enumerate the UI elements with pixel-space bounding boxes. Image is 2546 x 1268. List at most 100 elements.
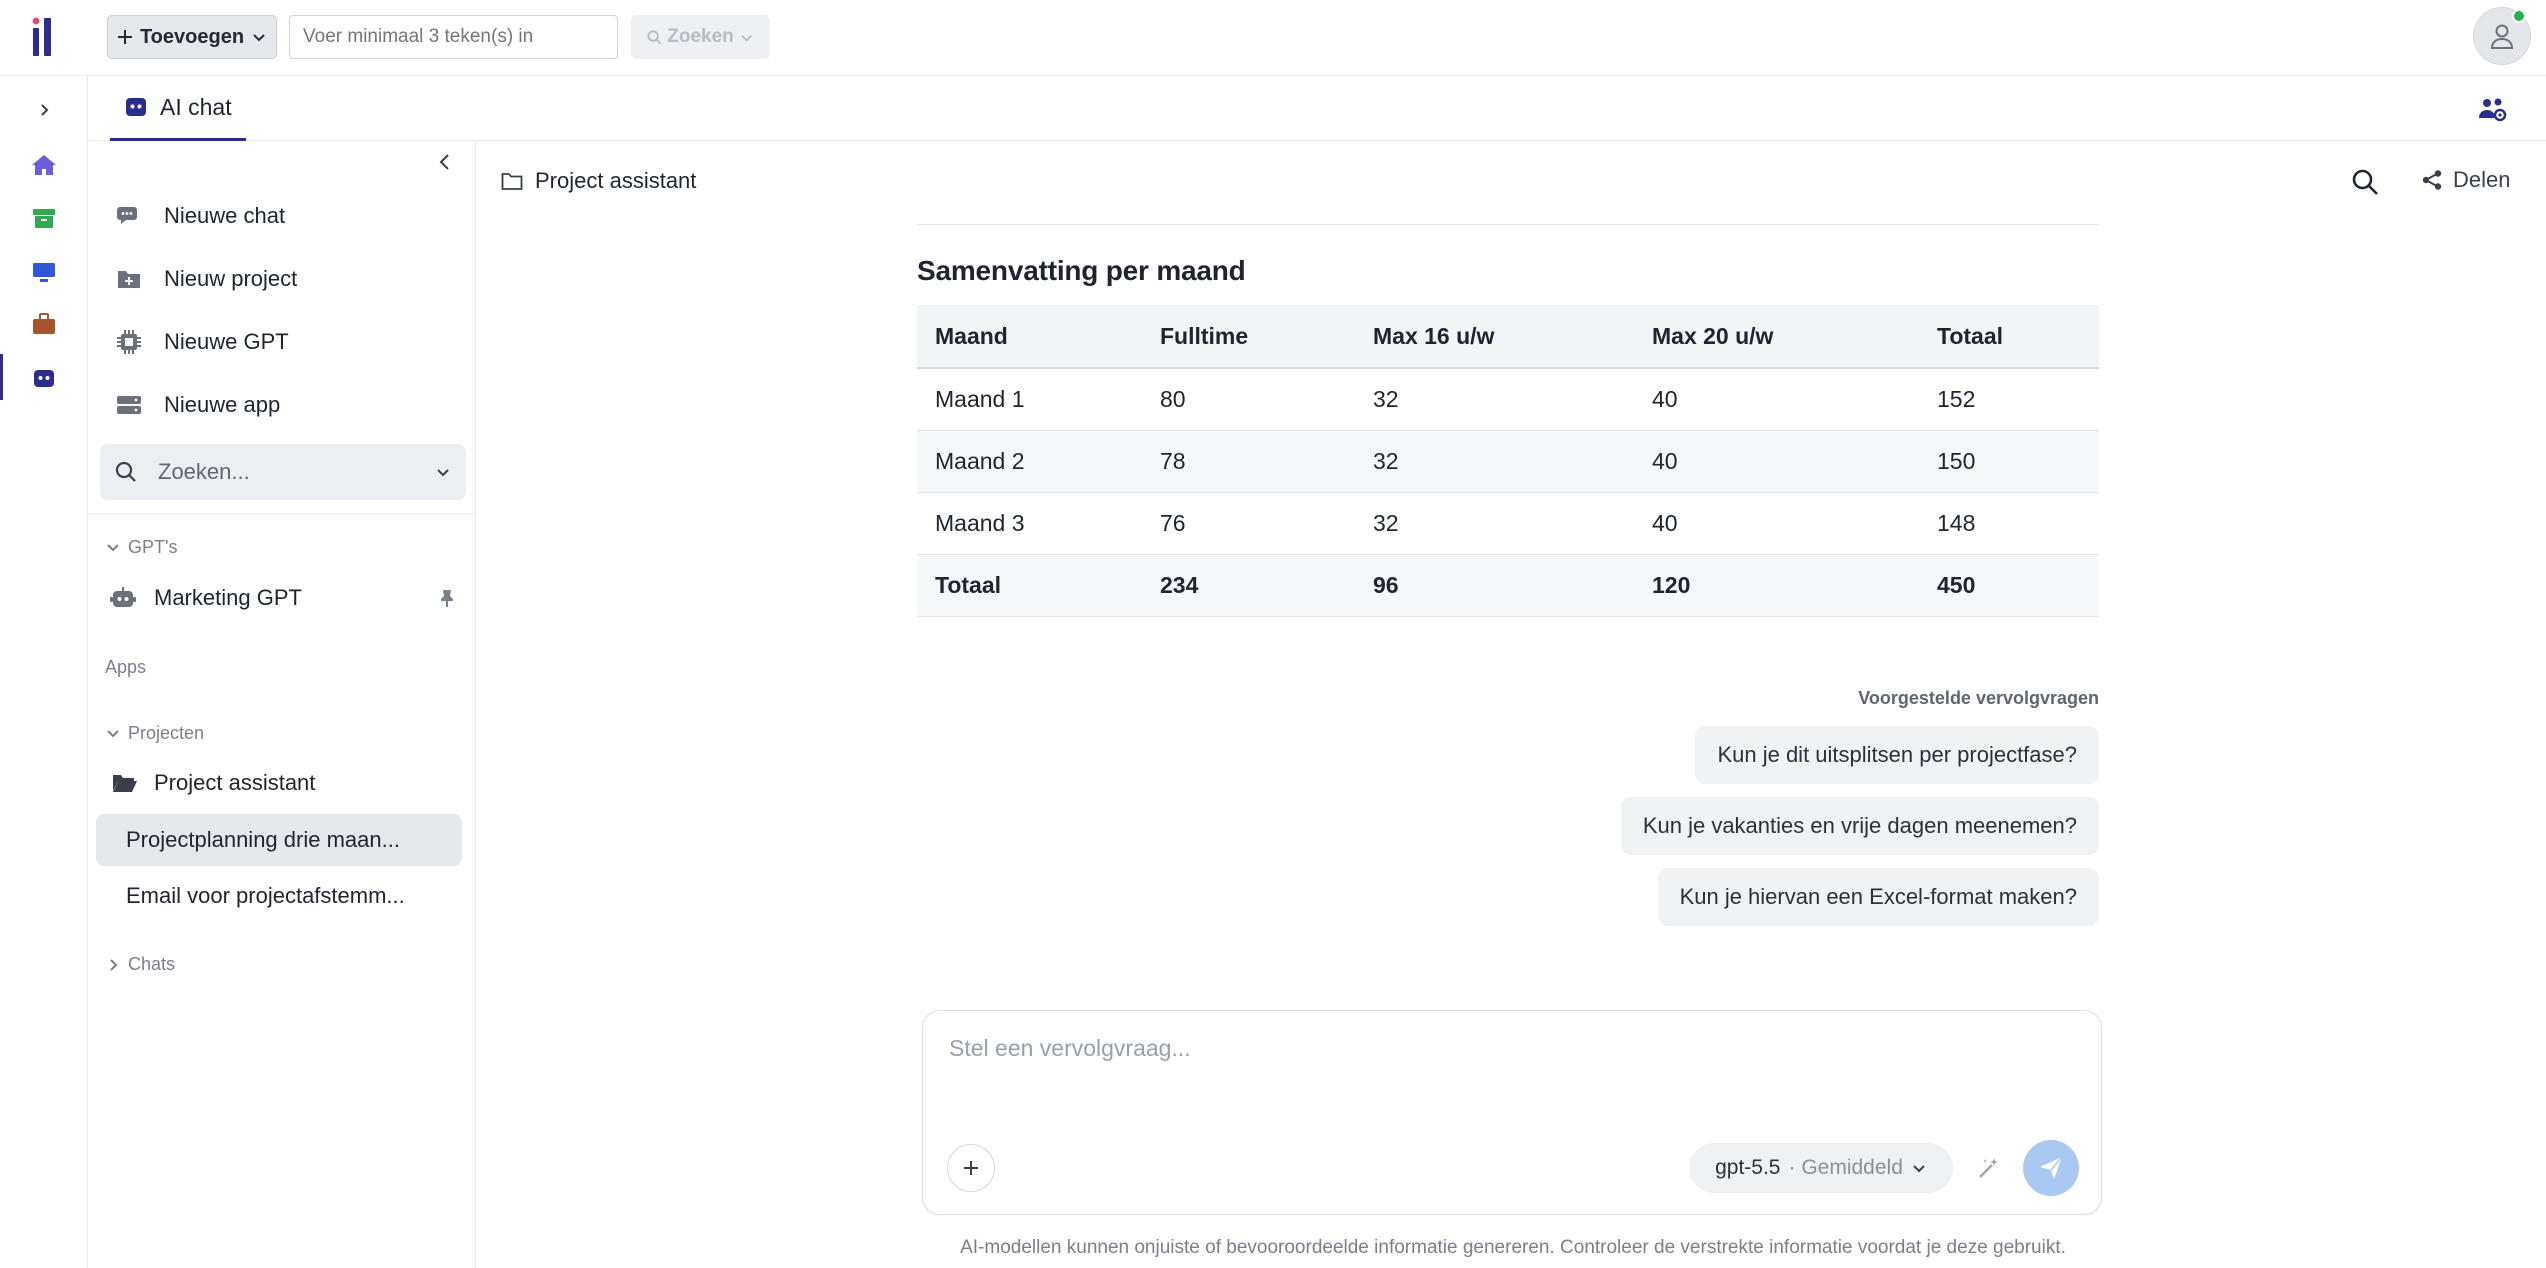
table-cell: 450	[1919, 554, 2099, 617]
attach-button[interactable]	[947, 1144, 995, 1192]
table-cell: 40	[1634, 492, 1919, 555]
tab-bar: AI chat	[88, 76, 2546, 141]
table-cell: 148	[1919, 492, 2099, 555]
new-gpt-label: Nieuwe GPT	[164, 329, 289, 354]
suggestion-chip[interactable]: Kun je hiervan een Excel-format maken?	[1657, 868, 2099, 926]
new-chat-button[interactable]: Nieuwe chat	[108, 194, 458, 238]
suggestions-label: Voorgestelde vervolgvragen	[1858, 688, 2099, 708]
projects-section-header: Projecten	[128, 723, 205, 743]
new-app-button[interactable]: Nieuwe app	[108, 383, 458, 427]
chevron-down-icon	[107, 729, 119, 737]
search-icon	[647, 29, 662, 44]
table-cell: 32	[1355, 368, 1634, 431]
new-project-button[interactable]: Nieuw project	[108, 257, 458, 301]
message-input[interactable]	[949, 1035, 2069, 1095]
breadcrumb-label: Project assistant	[535, 168, 697, 193]
model-selector[interactable]: gpt-5.5 · Gemiddeld	[1689, 1143, 1953, 1193]
ai-disclaimer: AI-modellen kunnen onjuiste of bevooroor…	[960, 1237, 2066, 1258]
gpt-item-label: Marketing GPT	[154, 585, 302, 610]
top-bar: Toevoegen Zoeken	[0, 0, 2546, 76]
table-cell: 40	[1634, 368, 1919, 431]
chevron-down-icon	[1913, 1165, 1925, 1173]
table-cell: 32	[1355, 492, 1634, 555]
chevron-down-icon	[107, 543, 119, 551]
table-row: Maand 1 80 32 40 152	[917, 368, 2099, 431]
rail-briefcase[interactable]	[28, 308, 60, 340]
search-button[interactable]: Zoeken	[631, 15, 770, 59]
table-row: Maand 3 76 32 40 148	[917, 492, 2099, 555]
project-chat-item[interactable]: Email voor projectafstemm...	[96, 870, 462, 922]
add-button[interactable]: Toevoegen	[107, 15, 277, 59]
table-header-cell: Totaal	[1919, 305, 2099, 369]
gpts-section-toggle[interactable]: GPT's	[106, 537, 177, 558]
model-mode: · Gemiddeld	[1788, 1156, 1903, 1179]
search-button-label: Zoeken	[667, 26, 734, 47]
project-chat-item-active[interactable]: Projectplanning drie maan...	[96, 814, 462, 866]
tab-ai-chat[interactable]: AI chat	[110, 76, 246, 141]
table-cell: 152	[1919, 368, 2099, 431]
chip-icon	[117, 330, 141, 354]
suggestion-chip[interactable]: Kun je vakanties en vrije dagen meenemen…	[1620, 797, 2099, 855]
summary-table: Maand Fulltime Max 16 u/w Max 20 u/w Tot…	[917, 305, 2099, 617]
chat-bubbles-icon	[117, 207, 137, 224]
briefcase-icon	[33, 313, 55, 334]
table-cell: 234	[1142, 554, 1355, 617]
left-rail	[0, 76, 88, 1268]
gpt-item-marketing[interactable]: Marketing GPT	[110, 585, 456, 611]
chats-section-toggle[interactable]: Chats	[106, 954, 175, 975]
suggestion-chip[interactable]: Kun je dit uitsplitsen per projectfase?	[1695, 726, 2099, 784]
rail-desktop[interactable]	[28, 256, 60, 288]
table-cell: 120	[1634, 554, 1919, 617]
table-total-row: Totaal 234 96 120 450	[917, 554, 2099, 617]
project-chat-label: Projectplanning drie maan...	[126, 827, 400, 852]
monitor-icon	[33, 263, 55, 282]
share-button[interactable]: Delen	[2421, 167, 2510, 193]
table-cell: Totaal	[917, 554, 1142, 617]
table-header-cell: Max 20 u/w	[1634, 305, 1919, 369]
table-cell: 40	[1634, 430, 1919, 493]
projects-section-toggle[interactable]: Projecten	[106, 723, 204, 744]
robot-icon	[110, 587, 136, 607]
folder-plus-icon	[118, 271, 140, 288]
breadcrumb[interactable]: Project assistant	[501, 168, 696, 194]
send-button[interactable]	[2023, 1140, 2079, 1196]
global-search-input[interactable]	[289, 15, 618, 59]
folder-icon	[501, 173, 523, 190]
table-cell: 80	[1142, 368, 1355, 431]
rail-active-indicator	[0, 354, 3, 400]
plus-icon	[117, 30, 132, 44]
plus-icon	[964, 1161, 978, 1175]
search-icon	[115, 461, 136, 482]
collapse-sidebar-icon[interactable]	[434, 151, 456, 173]
new-app-label: Nieuwe app	[164, 392, 281, 417]
table-cell: Maand 2	[917, 430, 1142, 493]
add-button-label: Toevoegen	[139, 25, 245, 48]
chevron-down-icon	[437, 469, 449, 477]
pin-icon[interactable]	[438, 588, 456, 608]
search-icon[interactable]	[2350, 167, 2380, 197]
rail-ai-chat[interactable]	[28, 362, 60, 394]
magic-wand-icon	[1979, 1158, 1998, 1178]
sidebar-search[interactable]: Zoeken...	[100, 444, 466, 500]
table-cell: 96	[1355, 554, 1634, 617]
table-header-cell: Fulltime	[1142, 305, 1355, 369]
chats-section-header: Chats	[128, 954, 176, 974]
chevron-right-icon	[110, 958, 118, 971]
message-composer: gpt-5.5 · Gemiddeld	[922, 1010, 2102, 1215]
expand-rail-button[interactable]	[28, 94, 60, 126]
sidebar-divider	[88, 513, 476, 514]
apps-section-header: Apps	[105, 657, 147, 677]
rail-archive[interactable]	[28, 202, 60, 234]
project-item[interactable]: Project assistant	[112, 770, 315, 796]
table-cell: 76	[1142, 492, 1355, 555]
send-icon	[2040, 1156, 2063, 1179]
gpts-section-header: GPT's	[128, 537, 178, 557]
chat-header: Project assistant Delen	[477, 141, 2546, 225]
new-gpt-button[interactable]: Nieuwe GPT	[108, 320, 458, 364]
app-logo-icon[interactable]	[30, 14, 58, 58]
online-status-dot	[2512, 9, 2526, 23]
table-header-cell: Max 16 u/w	[1355, 305, 1634, 369]
rail-home[interactable]	[28, 149, 60, 181]
team-settings-icon[interactable]	[2478, 94, 2508, 124]
enhance-prompt-button[interactable]	[1967, 1146, 2011, 1190]
